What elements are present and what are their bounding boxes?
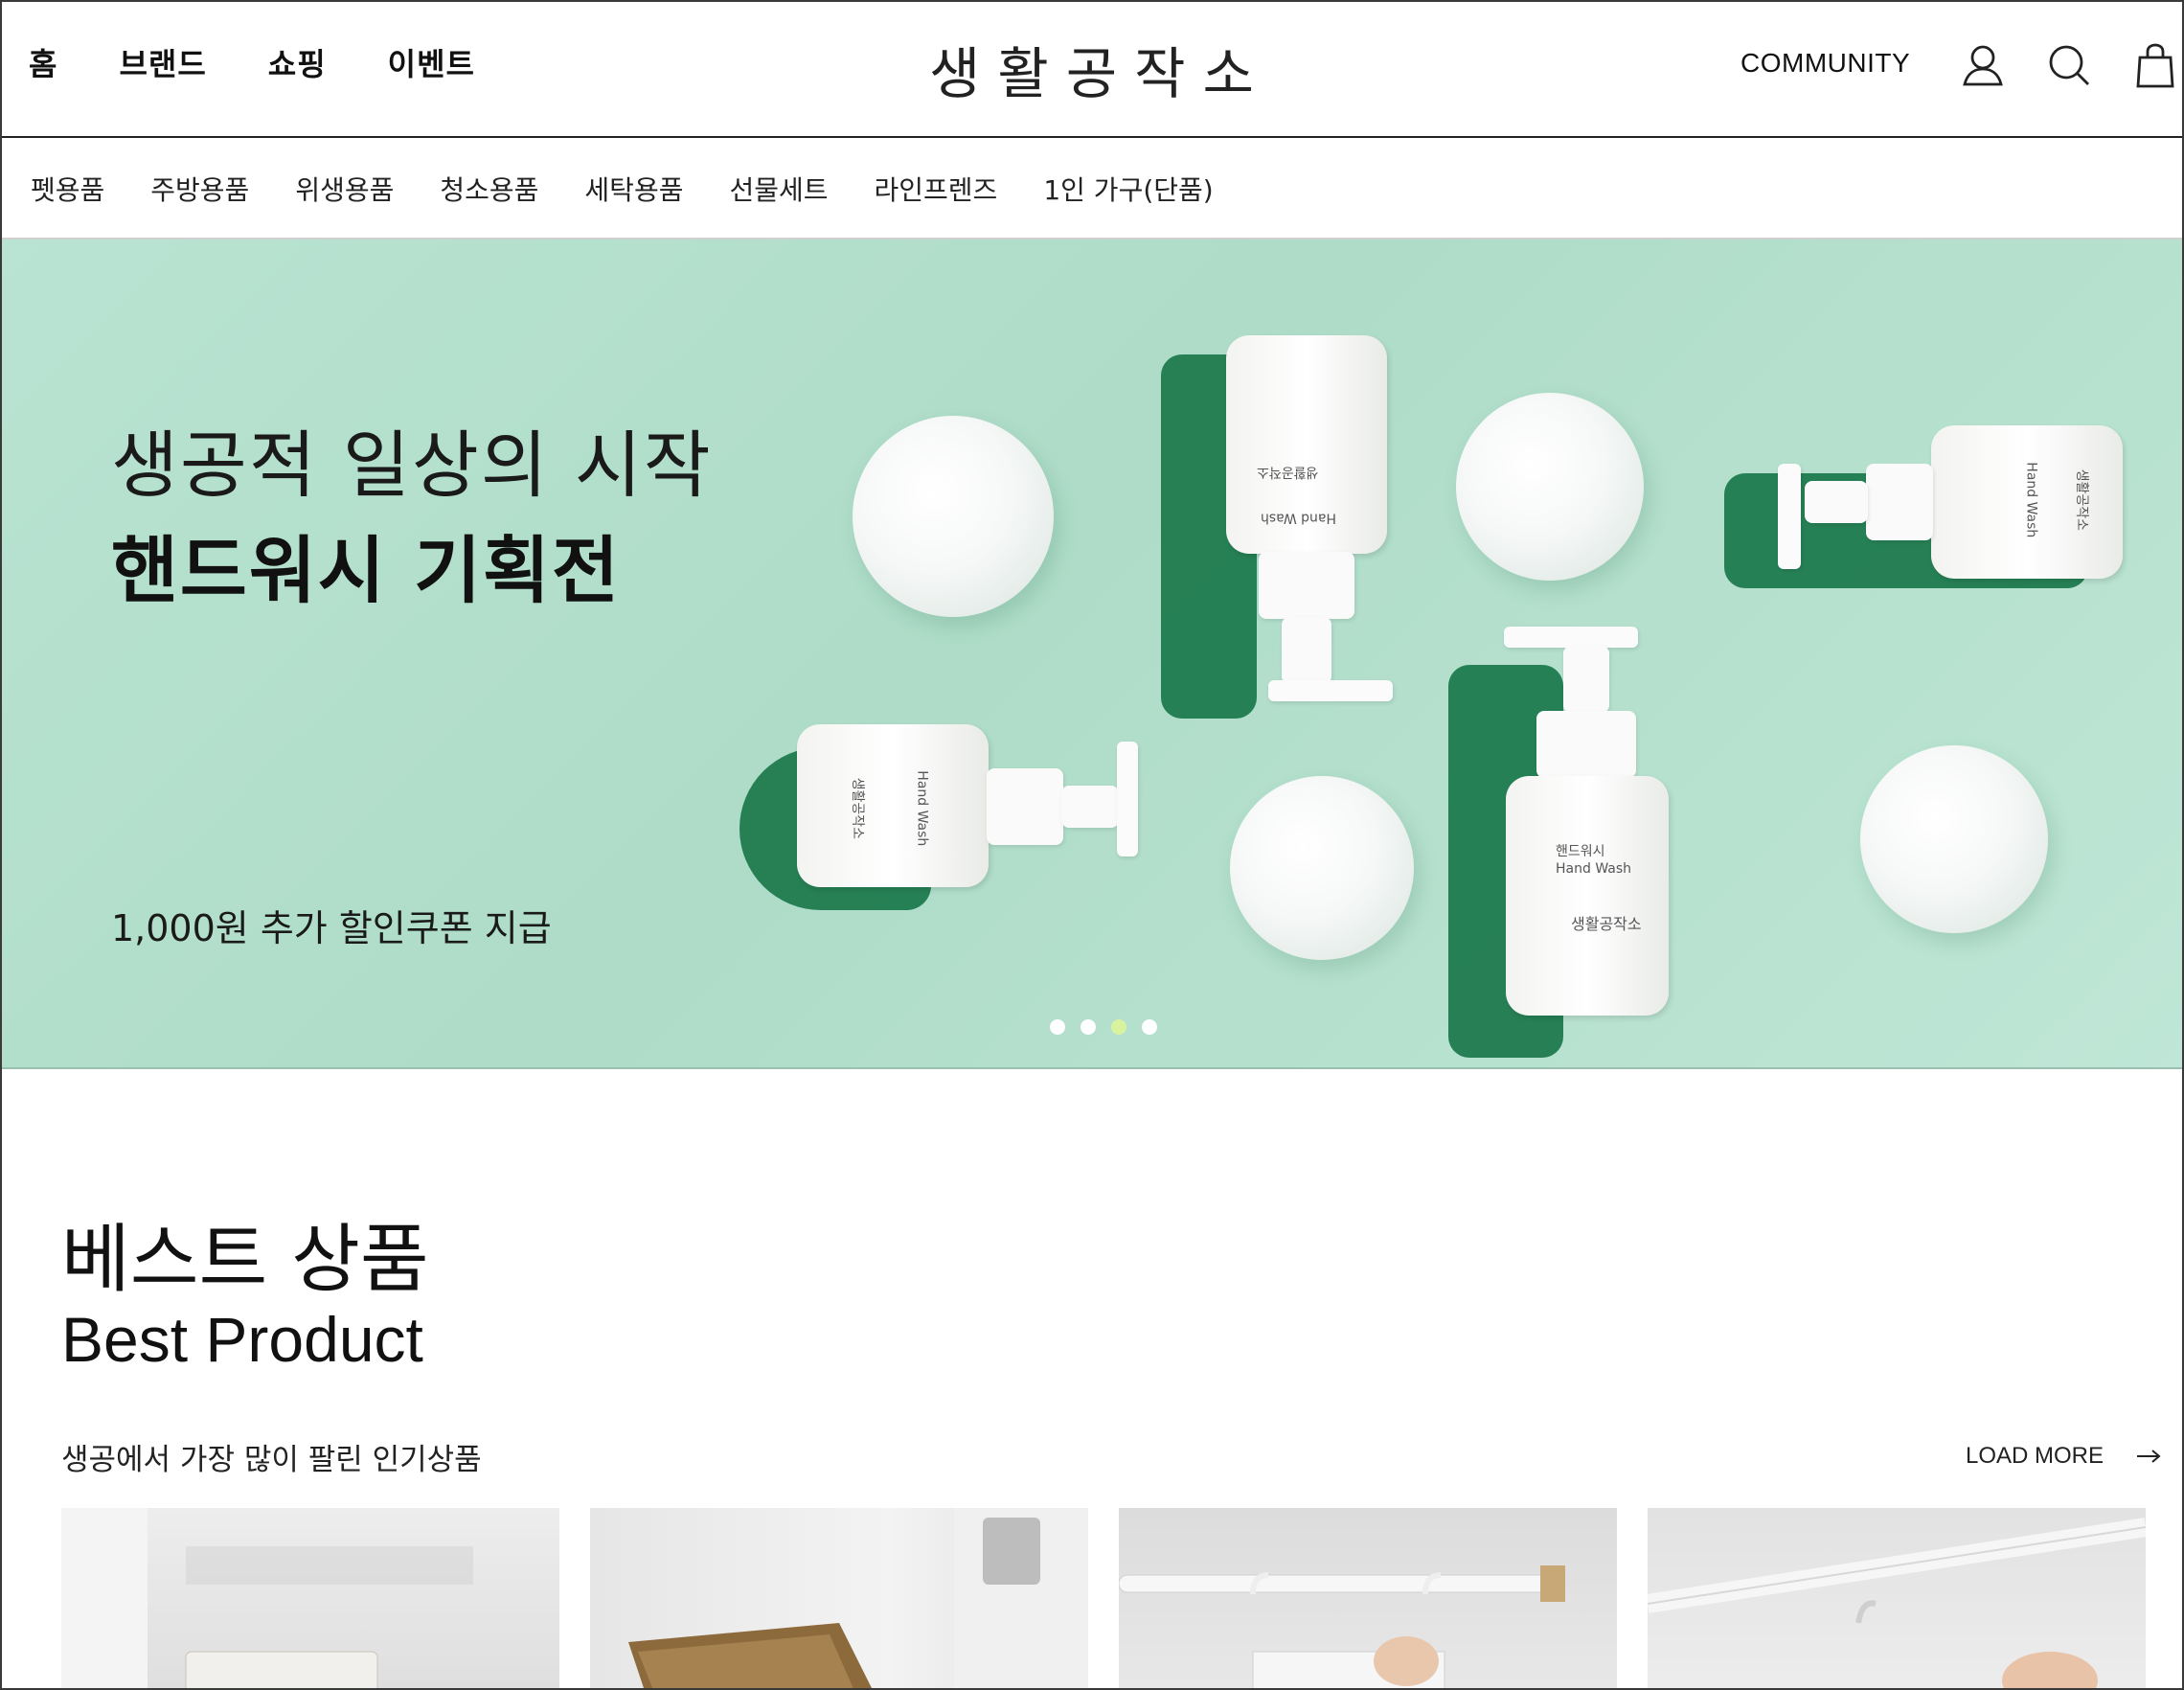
bottle-label: 생활공작소	[2074, 468, 2089, 531]
hero-title: 핸드워시 기획전	[111, 528, 621, 613]
load-more-label: LOAD MORE	[1966, 1443, 2104, 1469]
hero-coupon-text: 1,000원 추가 할인쿠폰 지급	[111, 907, 552, 949]
slide-dot-4[interactable]	[1142, 1019, 1157, 1035]
product-2-image	[628, 1508, 1088, 1688]
hand-wash-bottle: 생활공작소 Hand Wash	[1161, 335, 1420, 776]
page: 홈 브랜드 쇼핑 이벤트 생활공작소 COMMUNITY 펫용품 주방용품 위생…	[0, 0, 2184, 1690]
category-gift-set[interactable]: 선물세트	[729, 170, 828, 208]
best-title-en: Best Product	[61, 1304, 423, 1375]
product-card[interactable]	[1648, 1508, 2146, 1688]
best-description: 생공에서 가장 많이 팔린 인기상품	[61, 1443, 482, 1477]
bottle-label: 핸드워시	[1556, 844, 1605, 859]
nav-event[interactable]: 이벤트	[388, 40, 475, 84]
bottle-label: 생활공작소	[1257, 464, 1319, 480]
category-laundry[interactable]: 세탁용품	[584, 170, 683, 208]
hand-wash-bottle: Hand Wash 생활공작소	[1705, 425, 2146, 646]
logo[interactable]: 생활공작소	[929, 29, 1271, 109]
foam-ball	[1230, 776, 1414, 960]
hero-banner[interactable]: 생공적 일상의 시작 핸드워시 기획전 1,000원 추가 할인쿠폰 지급 생활…	[2, 240, 2182, 1069]
bottle-label: Hand Wash	[1261, 510, 1337, 526]
product-card[interactable]	[61, 1508, 559, 1688]
slide-dot-1[interactable]	[1050, 1019, 1065, 1035]
bag-icon[interactable]	[2130, 40, 2180, 90]
bottle-label: Hand Wash	[2023, 462, 2039, 538]
product-card[interactable]	[590, 1508, 1088, 1688]
load-more-button[interactable]: LOAD MORE	[1966, 1443, 2161, 1470]
product-3-image	[1119, 1565, 1565, 1688]
community-link[interactable]: COMMUNITY	[1740, 48, 1910, 79]
bottle-label: Hand Wash	[1556, 861, 1632, 877]
product-grid	[61, 1508, 2146, 1688]
header: 홈 브랜드 쇼핑 이벤트 생활공작소 COMMUNITY	[2, 2, 2182, 138]
hero-subtitle: 생공적 일상의 시작	[111, 422, 713, 508]
product-4-image	[1648, 1518, 2146, 1688]
category-nav: 펫용품 주방용품 위생용품 청소용품 세탁용품 선물세트 라인프렌즈 1인 가구…	[2, 140, 2182, 240]
nav-shopping[interactable]: 쇼핑	[268, 40, 327, 84]
bottle-label: Hand Wash	[914, 770, 930, 847]
category-pet[interactable]: 펫용품	[31, 170, 104, 208]
category-hygiene[interactable]: 위생용품	[295, 170, 394, 208]
product-1-image	[61, 1508, 473, 1688]
category-kitchen[interactable]: 주방용품	[150, 170, 249, 208]
user-icon[interactable]	[1958, 40, 2008, 90]
best-title-ko: 베스트 상품	[61, 1217, 429, 1303]
search-icon[interactable]	[2044, 40, 2094, 90]
bottle-label: 생활공작소	[1571, 915, 1642, 933]
slide-indicators	[1050, 1019, 1157, 1035]
foam-ball	[1456, 393, 1644, 581]
main-nav: 홈 브랜드 쇼핑 이벤트	[29, 40, 536, 84]
bottle-label: 생활공작소	[850, 777, 865, 839]
arrow-right-icon	[2137, 1450, 2161, 1463]
foam-ball	[1860, 745, 2048, 933]
hand-wash-bottle: 핸드워시 Hand Wash 생활공작소	[1448, 627, 1697, 1067]
product-card[interactable]	[1119, 1508, 1617, 1688]
nav-brand[interactable]: 브랜드	[119, 40, 206, 84]
slide-dot-2[interactable]	[1081, 1019, 1096, 1035]
foam-ball	[853, 416, 1054, 617]
hand-wash-bottle: Hand Wash 생활공작소	[739, 719, 1161, 939]
category-cleaning[interactable]: 청소용품	[440, 170, 538, 208]
category-single-household[interactable]: 1인 가구(단품)	[1043, 170, 1213, 208]
nav-home[interactable]: 홈	[29, 40, 57, 84]
slide-dot-3[interactable]	[1111, 1019, 1126, 1035]
category-line-friends[interactable]: 라인프렌즈	[875, 170, 998, 208]
